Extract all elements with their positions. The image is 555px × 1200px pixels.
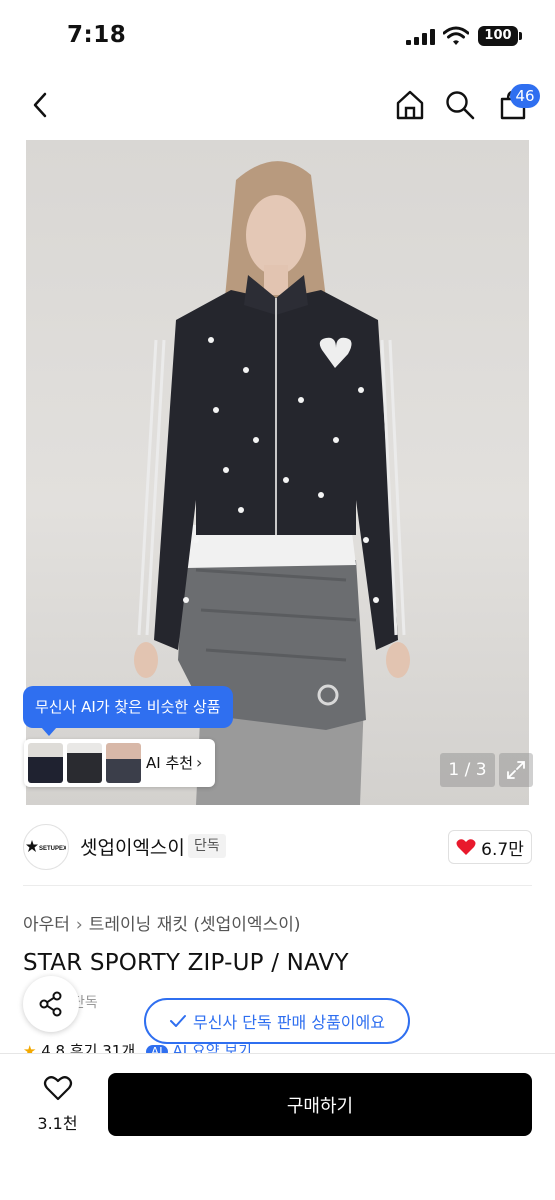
ai-recommend-label: AI 추천 bbox=[146, 754, 194, 772]
exclusive-notice-text: 무신사 단독 판매 상품이에요 bbox=[193, 1013, 385, 1032]
buy-button[interactable]: 구매하기 bbox=[108, 1073, 532, 1136]
battery-icon: 100 bbox=[478, 26, 518, 46]
ai-thumbnail-3[interactable] bbox=[106, 743, 141, 783]
top-nav bbox=[0, 75, 555, 135]
chevron-right-icon: › bbox=[196, 753, 203, 772]
breadcrumb-category[interactable]: 아우터 bbox=[23, 915, 70, 935]
exclusive-badge: 단독 bbox=[188, 834, 226, 858]
divider bbox=[23, 885, 532, 886]
wishlist-button[interactable]: 3.1천 bbox=[30, 1074, 85, 1134]
wishlist-count: 3.1천 bbox=[37, 1114, 78, 1133]
check-icon bbox=[170, 1015, 187, 1027]
breadcrumb-subcategory[interactable]: 트레이닝 재킷 (셋업이엑스이) bbox=[89, 915, 301, 935]
chevron-right-icon: › bbox=[75, 915, 83, 935]
home-button[interactable] bbox=[390, 85, 430, 125]
brand-like-count: 6.7만 bbox=[481, 839, 524, 860]
brand-name[interactable]: 셋업이엑스이 bbox=[80, 833, 185, 860]
heart-filled-icon bbox=[456, 839, 476, 855]
image-counter: 1 / 3 bbox=[440, 753, 495, 787]
brand-logo-mark: SETUPEXE bbox=[26, 840, 66, 852]
expand-image-button[interactable] bbox=[499, 753, 533, 787]
home-icon bbox=[396, 90, 424, 120]
ai-thumbnail-1[interactable] bbox=[28, 743, 63, 783]
brand-like-button[interactable]: 6.7만 bbox=[448, 830, 532, 864]
breadcrumb: 아우터 › 트레이닝 재킷 (셋업이엑스이) bbox=[23, 910, 301, 935]
brand-logo[interactable]: SETUPEXE bbox=[23, 824, 69, 870]
heart-outline-icon bbox=[43, 1076, 72, 1101]
search-icon bbox=[446, 91, 475, 120]
chevron-left-icon bbox=[33, 92, 47, 118]
ai-similar-products-tooltip[interactable]: 무신사 AI가 찾은 비슷한 상품 bbox=[23, 686, 233, 736]
back-button[interactable] bbox=[20, 85, 60, 125]
bottom-action-bar: 3.1천 구매하기 bbox=[0, 1053, 555, 1200]
status-time: 7:18 bbox=[67, 22, 127, 48]
share-icon bbox=[39, 991, 62, 1017]
cellular-signal-icon bbox=[406, 29, 436, 45]
wifi-icon bbox=[443, 26, 469, 45]
cart-count-badge: 46 bbox=[510, 84, 540, 108]
share-button[interactable] bbox=[23, 976, 79, 1032]
expand-icon bbox=[507, 761, 525, 779]
battery-tip bbox=[519, 32, 522, 40]
ai-thumbnail-2[interactable] bbox=[67, 743, 102, 783]
brand-row: SETUPEXE 셋업이엑스이 단독 6.7만 bbox=[0, 820, 555, 875]
status-bar: 7:18 100 bbox=[0, 0, 555, 70]
exclusive-notice-pill[interactable]: 무신사 단독 판매 상품이에요 bbox=[144, 998, 410, 1044]
ai-recommend-strip[interactable]: AI 추천 › bbox=[24, 739, 215, 787]
search-button[interactable] bbox=[440, 85, 480, 125]
svg-text:SETUPEXE: SETUPEXE bbox=[39, 846, 66, 852]
product-title: STAR SPORTY ZIP-UP / NAVY bbox=[23, 950, 349, 976]
